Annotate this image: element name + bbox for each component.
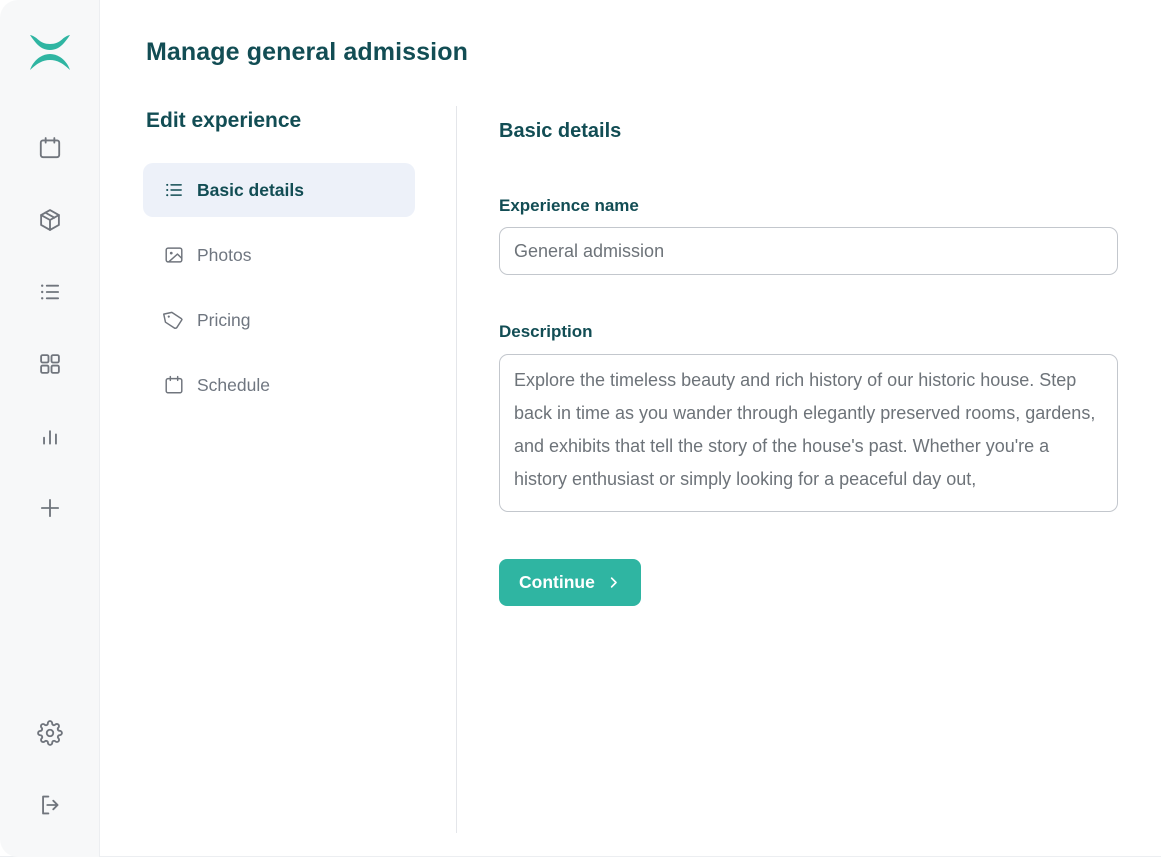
description-textarea[interactable]	[499, 354, 1118, 512]
grid-icon[interactable]	[37, 351, 63, 377]
basic-details-form: Basic details Experience name Descriptio…	[457, 106, 1161, 833]
xola-logo[interactable]	[28, 34, 72, 76]
description-label: Description	[499, 322, 1161, 342]
experience-name-label: Experience name	[499, 196, 1161, 216]
main-content: Manage general admission Edit experience…	[100, 0, 1161, 856]
nav-item-pricing[interactable]: Pricing	[143, 293, 415, 347]
calendar-icon[interactable]	[37, 135, 63, 161]
edit-experience-nav: Basic details Photos	[143, 163, 456, 412]
settings-gear-icon[interactable]	[37, 720, 63, 746]
edit-experience-panel: Edit experience Basic details	[146, 106, 457, 833]
page-title: Manage general admission	[146, 38, 1161, 67]
bar-chart-icon[interactable]	[37, 423, 63, 449]
pricing-tag-icon	[163, 309, 185, 331]
continue-button[interactable]: Continue	[499, 559, 641, 606]
sidebar-nav	[37, 135, 63, 521]
edit-experience-heading: Edit experience	[146, 109, 456, 133]
list-icon[interactable]	[37, 279, 63, 305]
experience-name-input[interactable]	[499, 227, 1118, 275]
chevron-right-icon	[606, 575, 621, 590]
schedule-calendar-icon	[163, 374, 185, 396]
content-row: Edit experience Basic details	[146, 106, 1161, 833]
app-window: Manage general admission Edit experience…	[0, 0, 1161, 857]
nav-item-label: Basic details	[197, 180, 304, 201]
sidebar	[0, 0, 100, 857]
list-details-icon	[163, 179, 185, 201]
nav-item-basic-details[interactable]: Basic details	[143, 163, 415, 217]
photos-icon	[163, 244, 185, 266]
package-icon[interactable]	[37, 207, 63, 233]
form-heading: Basic details	[499, 120, 1161, 143]
plus-icon[interactable]	[37, 495, 63, 521]
nav-item-label: Pricing	[197, 310, 251, 331]
continue-button-label: Continue	[519, 572, 595, 593]
logout-icon[interactable]	[37, 792, 63, 818]
sidebar-bottom	[37, 720, 63, 818]
nav-item-label: Schedule	[197, 375, 270, 396]
nav-item-schedule[interactable]: Schedule	[143, 358, 415, 412]
nav-item-photos[interactable]: Photos	[143, 228, 415, 282]
nav-item-label: Photos	[197, 245, 251, 266]
